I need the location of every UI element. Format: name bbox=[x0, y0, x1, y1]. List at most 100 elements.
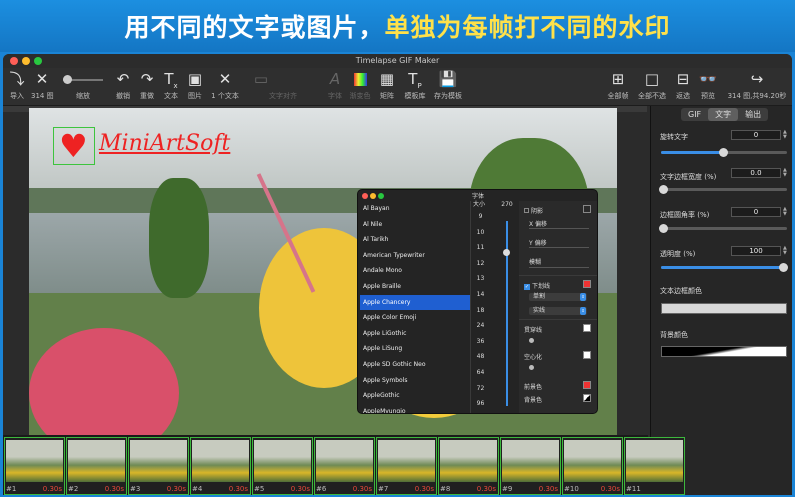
blur-slider[interactable] bbox=[529, 267, 589, 268]
matrix-button[interactable]: ▦ 矩阵 bbox=[377, 68, 397, 106]
size-list-item[interactable]: 11 bbox=[471, 240, 490, 256]
add-image-button[interactable]: ▣ 图片 bbox=[185, 68, 205, 106]
size-list-item[interactable]: 10 bbox=[471, 225, 490, 241]
corner-stepper[interactable]: ▲ ▼ bbox=[783, 207, 789, 217]
save-template-button[interactable]: 💾 存为模板 bbox=[433, 68, 463, 106]
underline-checkbox[interactable]: ✓ bbox=[524, 284, 530, 290]
opacity-slider[interactable] bbox=[661, 263, 788, 272]
border-width-stepper[interactable]: ▲ ▼ bbox=[783, 168, 789, 178]
rotate-slider[interactable] bbox=[661, 148, 787, 157]
strikethrough-color-well[interactable] bbox=[583, 324, 591, 332]
tab-2[interactable]: 输出 bbox=[738, 108, 768, 121]
font-list-item[interactable]: Apple LiGothic bbox=[360, 326, 470, 342]
border-width-input[interactable]: 0.0 bbox=[731, 168, 781, 178]
frame-thumbnail[interactable]: #6 0.30s bbox=[314, 437, 375, 495]
frame-duration[interactable]: 0.30s bbox=[539, 485, 558, 493]
zoom-slider[interactable]: 缩放 bbox=[59, 68, 107, 106]
size-list[interactable]: 大小 9 10 11 12 13 14 18 24 36 48 64 72 96 bbox=[470, 201, 490, 413]
frame-count[interactable]: ✕ 314 图 bbox=[31, 68, 54, 106]
font-list-item[interactable]: Apple Braille bbox=[360, 279, 470, 295]
font-panel-zoom[interactable] bbox=[378, 193, 384, 199]
frame-thumbnail[interactable]: #3 0.30s bbox=[128, 437, 189, 495]
size-list-item[interactable]: 13 bbox=[471, 271, 490, 287]
corner-slider[interactable] bbox=[659, 224, 787, 233]
size-list-item[interactable]: 24 bbox=[471, 318, 490, 334]
frame-duration[interactable]: 0.30s bbox=[105, 485, 124, 493]
add-text-button[interactable]: Tx 文本 bbox=[161, 68, 181, 106]
invert-selection-button[interactable]: ⊟ 返选 bbox=[673, 68, 693, 106]
border-width-slider[interactable] bbox=[659, 185, 787, 194]
size-list-item[interactable]: 9 bbox=[471, 209, 490, 225]
frame-duration[interactable]: 0.30s bbox=[477, 485, 496, 493]
undo-button[interactable]: ↶ 撤销 bbox=[113, 68, 133, 106]
font-list-item[interactable]: Apple LiSung bbox=[360, 341, 470, 357]
tab-1[interactable]: 文字 bbox=[708, 108, 739, 121]
hollow-slider[interactable] bbox=[529, 365, 534, 370]
import-button[interactable]: ⤵ 导入 bbox=[7, 68, 27, 106]
gradient-button[interactable]: 渐变色 bbox=[349, 68, 371, 106]
font-list-item[interactable]: Apple Symbols bbox=[360, 373, 470, 389]
rotate-stepper[interactable]: ▲ ▼ bbox=[783, 130, 789, 140]
frame-thumbnail[interactable]: #7 0.30s bbox=[376, 437, 437, 495]
underline-color-well[interactable] bbox=[583, 280, 591, 288]
y-offset-slider[interactable] bbox=[529, 247, 589, 248]
template-library-button[interactable]: TP 模板库 bbox=[403, 68, 427, 106]
frame-duration[interactable]: 0.30s bbox=[353, 485, 372, 493]
size-list-item[interactable]: 48 bbox=[471, 349, 490, 365]
frame-duration[interactable]: 0.30s bbox=[43, 485, 62, 493]
size-list-item[interactable]: 72 bbox=[471, 381, 490, 397]
foreground-color-well[interactable] bbox=[583, 381, 591, 389]
export-button[interactable]: ↪ 314 图,共94.20秒 bbox=[727, 68, 787, 106]
frame-thumbnail[interactable]: #9 0.30s bbox=[500, 437, 561, 495]
frame-duration[interactable]: 0.30s bbox=[229, 485, 248, 493]
frame-duration[interactable]: 0.30s bbox=[415, 485, 434, 493]
background-color-well[interactable] bbox=[583, 394, 591, 402]
font-list-item[interactable]: Apple Color Emoji bbox=[360, 310, 470, 326]
frame-thumbnail[interactable]: #8 0.30s bbox=[438, 437, 499, 495]
font-panel-close[interactable] bbox=[362, 193, 368, 199]
font-list-item[interactable]: American Typewriter bbox=[360, 248, 470, 264]
text-count-button[interactable]: ✕ 1 个文本 bbox=[209, 68, 241, 106]
size-list-item[interactable]: 36 bbox=[471, 334, 490, 350]
zoom-window-button[interactable] bbox=[34, 57, 42, 65]
close-window-button[interactable] bbox=[10, 57, 18, 65]
size-list-item[interactable]: 12 bbox=[471, 256, 490, 272]
shadow-color-well[interactable] bbox=[583, 205, 591, 213]
font-list-item[interactable]: Al Tarikh bbox=[360, 232, 470, 248]
select-all-button[interactable]: ⊞ 全部帧 bbox=[607, 68, 629, 106]
frame-thumbnail[interactable]: #2 0.30s bbox=[66, 437, 127, 495]
font-list-item[interactable]: Andale Mono bbox=[360, 263, 470, 279]
corner-input[interactable]: 0 bbox=[731, 207, 781, 217]
frame-thumbnail[interactable]: #10 0.30s bbox=[562, 437, 623, 495]
size-list-item[interactable]: 18 bbox=[471, 303, 490, 319]
frame-duration[interactable]: 0.30s bbox=[601, 485, 620, 493]
redo-button[interactable]: ↷ 重做 bbox=[137, 68, 157, 106]
font-panel-minimize[interactable] bbox=[370, 193, 376, 199]
frame-duration[interactable]: 0.30s bbox=[291, 485, 310, 493]
watermark-text[interactable]: MiniArtSoft bbox=[99, 131, 230, 156]
line-style-select[interactable]: 实线 ⇕ bbox=[529, 307, 587, 315]
opacity-input[interactable]: 100 bbox=[731, 246, 781, 256]
font-list[interactable]: Al Bayan Al Nile Al Tarikh American Typewri… bbox=[360, 201, 470, 413]
frame-thumbnail[interactable]: #4 0.30s bbox=[190, 437, 251, 495]
opacity-stepper[interactable]: ▲ ▼ bbox=[783, 246, 789, 256]
font-button[interactable]: A 字体 bbox=[325, 68, 345, 106]
shadow-checkbox[interactable] bbox=[524, 208, 529, 213]
font-list-item[interactable]: Apple SD Gothic Neo bbox=[360, 357, 470, 373]
hollow-color-well[interactable] bbox=[583, 351, 591, 359]
frame-thumbnail[interactable]: #5 0.30s bbox=[252, 437, 313, 495]
frame-thumbnail[interactable]: #1 0.30s bbox=[4, 437, 65, 495]
font-list-item[interactable]: Apple Chancery bbox=[360, 294, 470, 311]
size-list-item[interactable]: 14 bbox=[471, 287, 490, 303]
x-offset-slider[interactable] bbox=[529, 228, 589, 229]
font-list-item[interactable]: AppleMyungjo bbox=[360, 404, 470, 413]
heart-image-watermark[interactable]: ♥ bbox=[53, 127, 95, 165]
font-list-item[interactable]: Al Bayan bbox=[360, 201, 470, 217]
underline-style-select[interactable]: 单割 ⇕ bbox=[529, 293, 587, 301]
border-color-well[interactable] bbox=[661, 303, 787, 314]
frame-duration[interactable]: 0.30s bbox=[167, 485, 186, 493]
tab-0[interactable]: GIF bbox=[681, 108, 708, 121]
strikethrough-slider[interactable] bbox=[529, 338, 534, 343]
frame-thumbnail[interactable]: #11 bbox=[624, 437, 685, 495]
size-slider[interactable]: 270 bbox=[490, 201, 518, 413]
